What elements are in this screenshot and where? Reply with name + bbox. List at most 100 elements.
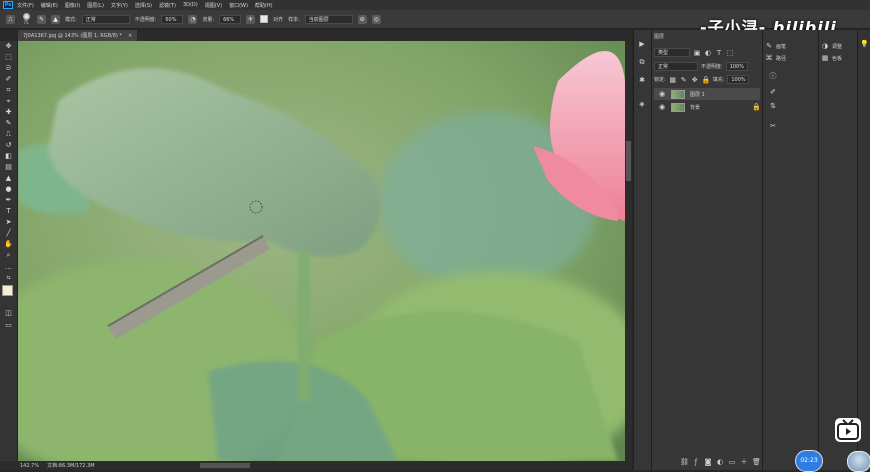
- brush-tool-icon[interactable]: ✎: [4, 119, 13, 128]
- menu-3d[interactable]: 3D(D): [183, 2, 198, 8]
- menu-help[interactable]: 帮助(H): [255, 2, 273, 9]
- vertical-scroll-thumb[interactable]: [626, 141, 631, 181]
- menu-view[interactable]: 视图(V): [205, 2, 222, 9]
- link-layers-icon[interactable]: ⛓: [680, 458, 689, 466]
- quick-select-tool-icon[interactable]: ✐: [4, 75, 13, 84]
- brush-panel-icon[interactable]: ✐: [769, 88, 777, 96]
- play-action-icon[interactable]: ▶: [638, 40, 646, 48]
- pressure-size-icon[interactable]: ◎: [371, 14, 381, 24]
- line-tool-icon[interactable]: ╱: [4, 229, 13, 238]
- screen-mode-icon[interactable]: ▭: [4, 321, 13, 330]
- eyedropper-tool-icon[interactable]: ⌖: [4, 97, 13, 106]
- visibility-eye-icon[interactable]: ◉: [658, 103, 666, 111]
- blur-tool-icon[interactable]: ▲: [4, 174, 13, 183]
- vertical-scrollbar[interactable]: [625, 41, 632, 461]
- layer-name[interactable]: 背景: [690, 104, 700, 111]
- panel-item-adjustments[interactable]: ◑ 调整: [821, 42, 855, 50]
- clone-stamp-tool-icon[interactable]: ⎍: [6, 14, 15, 24]
- blend-mode-select[interactable]: 正常: [654, 62, 698, 71]
- brush-preset-picker[interactable]: 75: [20, 13, 32, 25]
- lock-pixels-icon[interactable]: ✎: [680, 76, 688, 84]
- pressure-opacity-icon[interactable]: ◔: [188, 14, 198, 24]
- filter-adjustment-icon[interactable]: ◐: [704, 49, 712, 57]
- add-mask-icon[interactable]: ◙: [704, 458, 712, 466]
- tools-preset-icon[interactable]: ✂: [769, 122, 777, 130]
- visibility-eye-icon[interactable]: ◉: [658, 90, 666, 98]
- healing-brush-tool-icon[interactable]: ✚: [4, 108, 13, 117]
- dodge-tool-icon[interactable]: ●: [4, 185, 13, 194]
- flow-label: 流量:: [202, 16, 215, 23]
- sample-select[interactable]: 当前图层: [304, 14, 353, 24]
- flow-field[interactable]: 66%: [219, 14, 242, 24]
- filter-pixel-icon[interactable]: ▣: [693, 49, 701, 57]
- lock-all-icon[interactable]: 🔒: [702, 76, 711, 84]
- panel-item-label: 路径: [776, 55, 787, 62]
- foreground-color-swatch[interactable]: [2, 285, 13, 296]
- layer-name[interactable]: 图层 1: [690, 91, 705, 98]
- document-canvas[interactable]: [18, 41, 625, 461]
- menu-file[interactable]: 文件(F): [17, 2, 34, 9]
- paths-icon: ⌘: [765, 54, 773, 62]
- panel-item-paths[interactable]: ⌘ 路径: [765, 54, 816, 62]
- new-layer-icon[interactable]: ＋: [740, 458, 748, 466]
- layer-row-background[interactable]: ◉ 背景 🔒: [654, 101, 761, 113]
- mode-select[interactable]: 正常: [81, 14, 130, 24]
- quick-mask-icon[interactable]: ◫: [4, 309, 13, 318]
- document-title: 7J0A1367.jpg @ 143% (图层 1, RGB/8) *: [23, 33, 122, 39]
- document-tab[interactable]: 7J0A1367.jpg @ 143% (图层 1, RGB/8) * ×: [18, 30, 138, 41]
- panel-item-swatches[interactable]: ▦ 色板: [821, 54, 855, 62]
- filter-shape-icon[interactable]: ⬚: [726, 49, 734, 57]
- avatar: [847, 451, 870, 472]
- layers-panel-title[interactable]: 图层: [654, 33, 664, 40]
- brush-settings-icon[interactable]: ✎: [37, 14, 46, 24]
- lock-position-icon[interactable]: ✥: [691, 76, 699, 84]
- type-tool-icon[interactable]: T: [4, 207, 13, 216]
- path-selection-tool-icon[interactable]: ➤: [4, 218, 13, 227]
- close-tab-icon[interactable]: ×: [128, 33, 132, 39]
- menu-select[interactable]: 选择(S): [135, 2, 152, 9]
- horizontal-scroll-thumb[interactable]: [200, 463, 250, 468]
- gradient-tool-icon[interactable]: ▤: [4, 163, 13, 172]
- zoom-level[interactable]: 142.7%: [20, 463, 39, 469]
- history-icon[interactable]: ⧉: [638, 58, 646, 66]
- default-colors-icon[interactable]: ⇆: [4, 274, 13, 283]
- lock-transparency-icon[interactable]: ▦: [669, 76, 677, 84]
- properties-icon[interactable]: ⇅: [769, 102, 777, 110]
- delete-layer-icon[interactable]: 🗑: [752, 458, 761, 466]
- filter-type-icon[interactable]: T: [715, 49, 723, 57]
- menu-layer[interactable]: 图层(L): [87, 2, 104, 9]
- history-brush-tool-icon[interactable]: ↺: [4, 141, 13, 150]
- clone-source-icon[interactable]: ▲: [51, 14, 60, 24]
- menu-image[interactable]: 图像(I): [65, 2, 80, 9]
- layer-filter-select[interactable]: 类型: [654, 48, 690, 57]
- fill-field[interactable]: 100%: [727, 75, 750, 84]
- menu-type[interactable]: 文字(Y): [111, 2, 128, 9]
- lightbulb-icon[interactable]: 💡: [860, 40, 869, 48]
- eraser-tool-icon[interactable]: ◧: [4, 152, 13, 161]
- panel-item-brush[interactable]: ✎ 画笔: [765, 42, 816, 50]
- new-adjustment-layer-icon[interactable]: ◐: [716, 458, 724, 466]
- crop-tool-icon[interactable]: ⌗: [4, 86, 13, 95]
- clone-stamp-tool-icon[interactable]: ⎍: [4, 130, 13, 139]
- menu-filter[interactable]: 滤镜(T): [159, 2, 176, 9]
- hand-tool-icon[interactable]: ✋: [4, 240, 13, 249]
- aligned-checkbox[interactable]: [260, 15, 269, 23]
- zoom-tool-icon[interactable]: ⌕: [4, 251, 13, 260]
- airbrush-icon[interactable]: ✈: [246, 14, 256, 24]
- ignore-adjustment-layers-icon[interactable]: ⊘: [357, 14, 367, 24]
- pen-tool-icon[interactable]: ✒: [4, 196, 13, 205]
- more-tools-icon[interactable]: …: [4, 263, 13, 272]
- layer-opacity-field[interactable]: 100%: [725, 62, 748, 71]
- menu-edit[interactable]: 编辑(E): [41, 2, 58, 9]
- new-group-icon[interactable]: ▭: [728, 458, 736, 466]
- layer-style-icon[interactable]: ƒ: [692, 458, 700, 466]
- 3d-icon[interactable]: ✱: [638, 76, 646, 84]
- move-tool-icon[interactable]: ✥: [4, 42, 13, 51]
- layer-row-layer1[interactable]: ◉ 图层 1: [654, 88, 760, 100]
- opacity-field[interactable]: 60%: [161, 14, 184, 24]
- info-icon[interactable]: ⓘ: [769, 72, 777, 80]
- layers-icon[interactable]: ◈: [638, 100, 646, 108]
- lasso-tool-icon[interactable]: ᘐ: [4, 64, 13, 73]
- menu-window[interactable]: 窗口(W): [229, 2, 248, 9]
- marquee-tool-icon[interactable]: ⬚: [4, 53, 13, 62]
